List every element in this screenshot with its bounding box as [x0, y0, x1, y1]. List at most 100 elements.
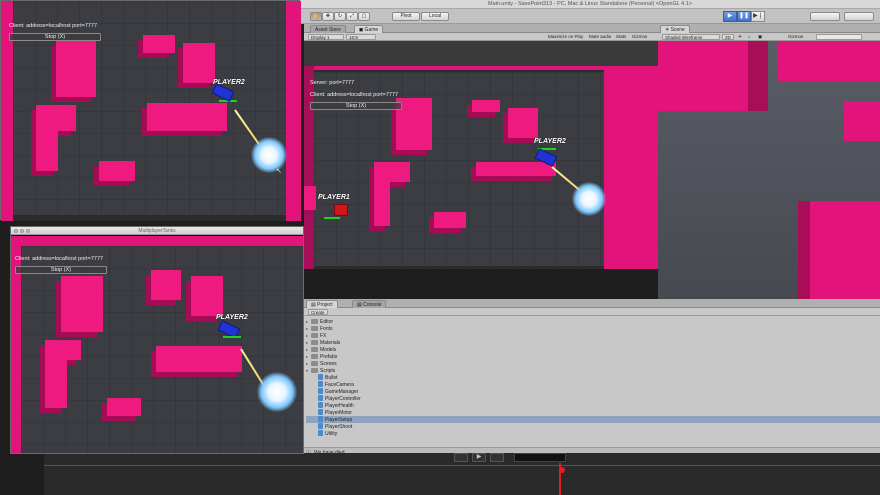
video-timeline: ▶ [44, 453, 880, 495]
tab-game[interactable]: ◼ Game [354, 25, 384, 33]
pause-icon: ❚❚ [738, 13, 750, 19]
timeline-play-button[interactable]: ▶ [472, 453, 486, 462]
folder-icon [311, 340, 318, 345]
effects-icon[interactable]: ▣ [758, 34, 762, 40]
player-label: PLAYER2 [216, 314, 248, 321]
folder-item[interactable]: ▸ Fonts [306, 325, 333, 332]
maximize-on-play-toggle[interactable]: Maximize on Play [548, 34, 583, 40]
level-block [374, 172, 390, 226]
tab-project[interactable]: ▤ Project [306, 300, 338, 308]
scene-gizmos-dropdown[interactable]: Gizmos [788, 34, 803, 40]
window-title: MultiplayerTanks [138, 228, 176, 234]
script-item[interactable]: GameManager [318, 388, 358, 395]
level-block [304, 186, 316, 210]
playhead-handle[interactable] [559, 467, 565, 473]
scene-block [844, 101, 880, 141]
player1-tank [334, 204, 348, 216]
tab-scene[interactable]: ✳ Scene [660, 25, 690, 33]
script-item[interactable]: PlayerController [318, 395, 361, 402]
pivot-toggle[interactable]: Pivot [392, 12, 420, 21]
folder-item[interactable]: ▸ Editor [306, 318, 333, 325]
scale-icon: ⤢ [349, 13, 354, 19]
layers-dropdown[interactable] [844, 12, 874, 21]
editor-titlebar: Main.unity - SavePoint313 - PC, Mac & Li… [300, 0, 880, 9]
2d-toggle[interactable]: 2D [722, 34, 734, 40]
level-block [36, 119, 58, 171]
play-button[interactable]: ▶ [723, 11, 737, 22]
server-status-text: Server: port=7777 [310, 80, 355, 86]
script-icon [318, 430, 323, 436]
stats-toggle[interactable]: Stats [616, 34, 626, 40]
level-wall [286, 1, 301, 221]
timecode-display [514, 453, 566, 462]
scene-search-input[interactable] [816, 34, 862, 40]
scale-tool-button[interactable]: ⤢ [346, 12, 358, 21]
local-toggle[interactable]: Local [421, 12, 449, 21]
level-block [107, 398, 141, 416]
client-status-text: Client: address=localhost port=7777 [9, 23, 98, 29]
hand-tool-button[interactable]: ✋ [310, 12, 322, 21]
level-wall [604, 66, 658, 269]
folder-icon [311, 347, 318, 352]
tab-asset-store[interactable]: Asset Store [310, 25, 346, 33]
window-titlebar[interactable]: MultiplayerTanks [11, 227, 303, 235]
player-health-bar [223, 336, 241, 338]
rect-tool-button[interactable]: ▢ [358, 12, 370, 21]
script-item[interactable]: PlayerShoot [318, 423, 352, 430]
scene-block [798, 201, 810, 299]
level-block [476, 162, 556, 176]
player-window-bottom: MultiplayerTanks PLAYER2 Client: address… [10, 226, 304, 454]
level-block [147, 103, 227, 131]
folder-icon [311, 368, 318, 373]
folder-item[interactable]: ▸ FX [306, 332, 326, 339]
account-dropdown[interactable] [810, 12, 840, 21]
mute-audio-toggle[interactable]: Mute audio [589, 34, 611, 40]
light-icon[interactable]: ☀ [738, 34, 742, 40]
project-toolbar: Create [304, 308, 880, 316]
stop-button[interactable]: Stop (X) [9, 33, 101, 41]
folder-icon [311, 354, 318, 359]
display-dropdown[interactable]: Display 1 [308, 34, 344, 40]
pause-button[interactable]: ❚❚ [737, 11, 751, 22]
prev-frame-button[interactable] [454, 453, 468, 462]
project-tree: ▸ Editor ▸ Fonts ▸ FX ▸ Materials ▸ Models ▸ P… [306, 318, 880, 448]
client-status-text: Client: address=localhost port=7777 [310, 92, 399, 98]
audio-icon[interactable]: ♪ [748, 34, 750, 40]
next-frame-button[interactable] [490, 453, 504, 462]
level-block [45, 348, 67, 408]
aspect-dropdown[interactable]: 16:9 [346, 34, 376, 40]
gizmos-dropdown[interactable]: Gizmos [632, 34, 647, 40]
script-item-selected[interactable]: PlayerSetup [306, 416, 880, 423]
folder-item[interactable]: ▸ Prefabs [306, 353, 337, 360]
tab-console[interactable]: ▤ Console [352, 300, 387, 308]
level-block [508, 108, 538, 138]
folder-icon [311, 319, 318, 324]
player-health-bar [324, 217, 340, 219]
level-wall [11, 236, 303, 246]
folder-item[interactable]: ▸ Materials [306, 339, 340, 346]
script-item[interactable]: PlayerMotor [318, 409, 352, 416]
rotate-tool-button[interactable]: ↻ [334, 12, 346, 21]
stop-button[interactable]: Stop (X) [310, 102, 402, 110]
step-icon: ▶❘ [753, 13, 763, 19]
folder-item[interactable]: ▾ Scripts [306, 367, 335, 374]
editor-toolbar: ✋ ✥ ↻ ⤢ ▢ Pivot Local ▶ ❚❚ ▶❘ [300, 9, 880, 24]
script-item[interactable]: PlayerHealth [318, 402, 354, 409]
script-item[interactable]: Bullet [318, 374, 338, 381]
game-view-render: PLAYER2 PLAYER1 Server: port=7777 Client… [304, 66, 658, 269]
script-item[interactable]: FaceCamera [318, 381, 354, 388]
folder-item[interactable]: ▸ Models [306, 346, 336, 353]
step-button[interactable]: ▶❘ [751, 11, 765, 22]
project-tabs: ▤ Project ▤ Console [304, 299, 880, 308]
shading-mode-dropdown[interactable]: Shaded Wireframe [662, 34, 720, 40]
script-icon [318, 374, 323, 380]
mouse-cursor-icon: ↖ [276, 168, 282, 175]
move-tool-button[interactable]: ✥ [322, 12, 334, 21]
folder-item[interactable]: ▸ Scenes [306, 360, 337, 367]
folder-icon [311, 361, 318, 366]
create-dropdown[interactable]: Create [308, 309, 328, 315]
stop-button[interactable]: Stop (X) [15, 266, 107, 274]
play-icon: ▶ [476, 454, 482, 460]
player-render-bottom: PLAYER2 Client: address=localhost port=7… [11, 236, 303, 453]
script-item[interactable]: Utility [318, 430, 337, 437]
